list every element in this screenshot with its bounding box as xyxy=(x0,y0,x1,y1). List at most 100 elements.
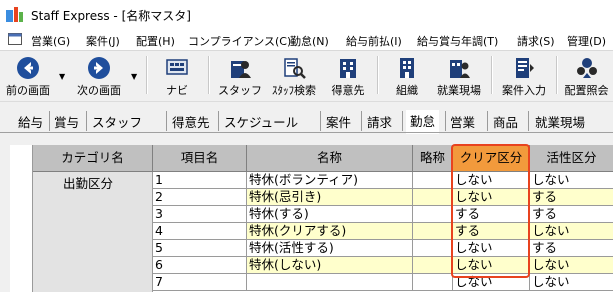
active-cell[interactable]: する xyxy=(530,240,613,257)
name-cell[interactable]: 特休(しない) xyxy=(247,257,413,274)
item-cell[interactable]: 2 xyxy=(153,189,247,206)
item-cell[interactable]: 6 xyxy=(153,257,247,274)
toolbar-separator xyxy=(491,56,493,94)
window-title: Staff Express - [名称マスタ] xyxy=(31,9,191,23)
placement-inquiry-icon xyxy=(576,58,597,78)
active-cell[interactable]: する xyxy=(530,189,613,206)
tab-project[interactable]: 案件 xyxy=(326,112,351,130)
tab-divider xyxy=(320,111,321,131)
item-cell[interactable]: 4 xyxy=(153,223,247,240)
item-cell[interactable]: 1 xyxy=(153,172,247,189)
tab-sales[interactable]: 営業 xyxy=(450,112,475,130)
navi-button[interactable]: ナビ xyxy=(155,52,199,98)
tab-client[interactable]: 得意先 xyxy=(172,112,210,130)
tab-schedule[interactable]: スケジュール xyxy=(224,112,298,130)
window-menu-icon[interactable] xyxy=(8,33,22,45)
tab-divider xyxy=(487,111,488,131)
client-button[interactable]: 得意先 xyxy=(326,52,370,98)
app-logo-icon xyxy=(6,7,23,22)
table-row[interactable]: 7 しない しない xyxy=(10,274,613,291)
menu-admin[interactable]: 管理(D) xyxy=(567,33,606,49)
tab-salary[interactable]: 給与 xyxy=(18,112,43,130)
clear-cell[interactable]: する xyxy=(453,206,530,223)
tab-divider xyxy=(528,111,529,131)
table-row[interactable]: 1 特休(ボランティア) しない しない xyxy=(10,172,613,189)
table-row[interactable]: 6 特休(しない) しない しない xyxy=(10,257,613,274)
clear-cell[interactable]: する xyxy=(453,223,530,240)
project-input-button[interactable]: 案件入力 xyxy=(496,52,552,98)
column-header-clear[interactable]: クリア区分 xyxy=(453,145,530,172)
active-cell[interactable]: しない xyxy=(530,274,613,291)
back-button[interactable]: 前の画面 xyxy=(2,52,54,98)
tab-product[interactable]: 商品 xyxy=(493,112,518,130)
organization-button[interactable]: 組織 xyxy=(385,52,429,98)
name-cell[interactable]: 特休(ボランティア) xyxy=(247,172,413,189)
name-cell[interactable] xyxy=(247,274,413,291)
abbreviation-cell[interactable] xyxy=(413,240,453,257)
forward-button-label: 次の画面 xyxy=(77,84,121,97)
menu-sales[interactable]: 営業(G) xyxy=(31,33,70,49)
menu-billing[interactable]: 請求(S) xyxy=(517,33,555,49)
active-cell[interactable]: する xyxy=(530,206,613,223)
back-dropdown-icon[interactable]: ▼ xyxy=(59,72,65,81)
clear-cell[interactable]: しない xyxy=(453,257,530,274)
column-header-abbreviation[interactable]: 略称 xyxy=(413,145,453,172)
column-header-active[interactable]: 活性区分 xyxy=(530,145,613,172)
name-cell[interactable]: 特休(クリアする) xyxy=(247,223,413,240)
tab-worksite[interactable]: 就業現場 xyxy=(535,112,585,130)
item-cell[interactable]: 5 xyxy=(153,240,247,257)
back-arrow-icon xyxy=(17,57,39,79)
worksite-button[interactable]: 就業現場 xyxy=(432,52,486,98)
menu-compliance[interactable]: コンプライアンス(C) xyxy=(188,33,291,49)
item-cell[interactable]: 7 xyxy=(153,274,247,291)
forward-button[interactable]: 次の画面 xyxy=(70,52,128,98)
menu-projects[interactable]: 案件(J) xyxy=(86,33,120,49)
active-cell[interactable]: しない xyxy=(530,223,613,240)
tab-divider xyxy=(166,111,167,131)
clear-cell[interactable]: しない xyxy=(453,189,530,206)
active-cell[interactable]: しない xyxy=(530,172,613,189)
staff-button[interactable]: スタッフ xyxy=(218,52,262,98)
clear-cell[interactable]: しない xyxy=(453,240,530,257)
abbreviation-cell[interactable] xyxy=(413,189,453,206)
name-cell[interactable]: 特休(忌引き) xyxy=(247,189,413,206)
staff-search-button[interactable]: ｽﾀｯﾌ検索 xyxy=(266,52,322,98)
tab-bonus[interactable]: 賞与 xyxy=(54,112,79,130)
table-row[interactable]: 3 特休(する) する する xyxy=(10,206,613,223)
toolbar-separator xyxy=(208,56,210,94)
menu-payroll[interactable]: 給与賞与年調(T) xyxy=(417,33,498,49)
name-cell[interactable]: 特休(する) xyxy=(247,206,413,223)
abbreviation-cell[interactable] xyxy=(413,257,453,274)
item-cell[interactable]: 3 xyxy=(153,206,247,223)
name-cell[interactable]: 特休(活性する) xyxy=(247,240,413,257)
clear-cell[interactable]: しない xyxy=(453,274,530,291)
table-row[interactable]: 2 特休(忌引き) しない する xyxy=(10,189,613,206)
placement-inquiry-button[interactable]: 配置照会 xyxy=(560,52,613,98)
staff-search-icon xyxy=(284,58,306,79)
forward-arrow-icon xyxy=(88,57,110,79)
active-cell[interactable]: しない xyxy=(530,257,613,274)
table-row[interactable]: 4 特休(クリアする) する しない xyxy=(10,223,613,240)
column-header-category[interactable]: カテゴリ名 xyxy=(33,145,153,172)
abbreviation-cell[interactable] xyxy=(413,172,453,189)
abbreviation-cell[interactable] xyxy=(413,223,453,240)
menu-attendance[interactable]: 勤怠(N) xyxy=(290,33,329,49)
column-header-name[interactable]: 名称 xyxy=(247,145,413,172)
menu-placement[interactable]: 配置(H) xyxy=(136,33,175,49)
table-row[interactable]: 5 特休(活性する) しない する xyxy=(10,240,613,257)
clear-cell[interactable]: しない xyxy=(453,172,530,189)
tab-attendance[interactable]: 勤怠 xyxy=(406,110,440,134)
abbreviation-cell[interactable] xyxy=(413,206,453,223)
navi-button-label: ナビ xyxy=(166,84,188,97)
back-button-label: 前の画面 xyxy=(6,84,50,97)
tab-staff[interactable]: スタッフ xyxy=(92,112,142,130)
organization-button-label: 組織 xyxy=(396,84,418,97)
tab-billing[interactable]: 請求 xyxy=(367,112,392,130)
forward-dropdown-icon[interactable]: ▼ xyxy=(131,72,137,81)
toolbar-separator xyxy=(377,56,379,94)
tab-divider xyxy=(218,111,219,131)
abbreviation-cell[interactable] xyxy=(413,274,453,291)
menu-salary-advance[interactable]: 給与前払(I) xyxy=(346,33,402,49)
organization-icon xyxy=(400,58,414,78)
column-header-item[interactable]: 項目名 xyxy=(153,145,247,172)
